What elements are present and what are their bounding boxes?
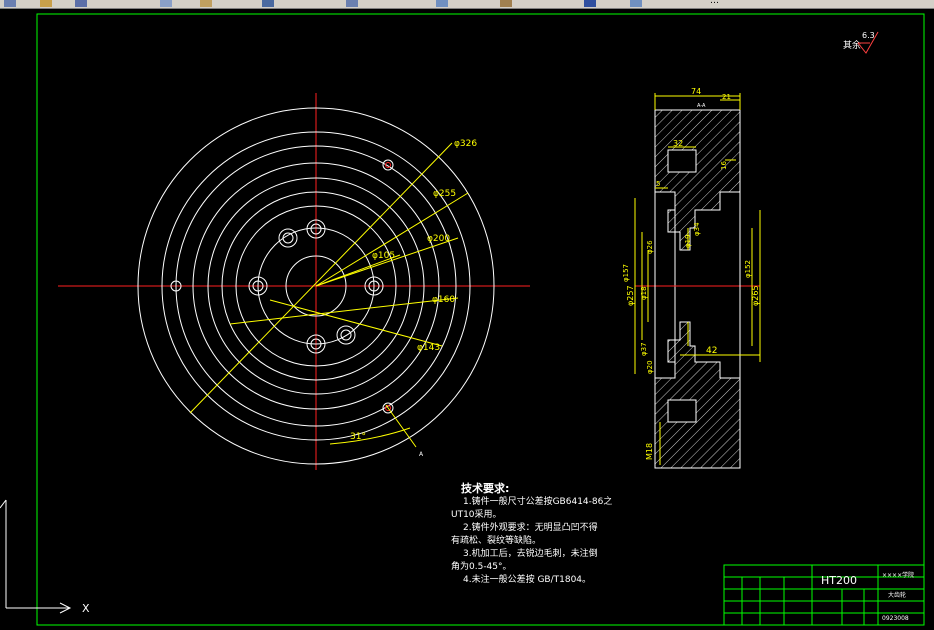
- dim-d255: φ255: [433, 189, 456, 199]
- dim-angle31: 31°: [350, 432, 366, 442]
- roughness-value: 6.3: [862, 31, 875, 40]
- title-school: ××××学院: [882, 571, 914, 579]
- tech-line1: 1.铸件一般尺寸公差按GB6414-86之: [463, 497, 613, 507]
- section-marker-a: A: [419, 451, 424, 458]
- section-label: A-A: [697, 103, 706, 109]
- dim-d143: φ143: [417, 343, 440, 353]
- tech-line2: 2.铸件外观要求：无明显凸凹不得: [463, 523, 598, 533]
- print-icon[interactable]: [160, 0, 172, 7]
- tech-line1b: UT10采用。: [451, 510, 502, 520]
- title-material: HT200: [821, 574, 857, 587]
- layer-icon[interactable]: [630, 0, 642, 7]
- dim-v18: φ18: [640, 286, 648, 300]
- tech-line2b: 有疏松、裂纹等缺陷。: [451, 536, 542, 546]
- open-icon[interactable]: [40, 0, 52, 7]
- properties-icon[interactable]: [500, 0, 512, 7]
- dim-w32: 32: [673, 139, 683, 148]
- dim-v265: φ265: [751, 285, 760, 306]
- tech-line3: 3.机加工后，去锐边毛刺，未注倒: [463, 549, 598, 559]
- dim-d105: φ105: [372, 251, 395, 261]
- ucs-x-label: X: [82, 602, 90, 615]
- dim-w21: 21: [722, 93, 731, 101]
- dim-w5: 5: [656, 180, 660, 188]
- dim-v20: φ20: [646, 360, 654, 374]
- dim-m18: M18: [645, 443, 654, 460]
- dim-d200: φ200: [427, 234, 450, 244]
- dim-v157: φ157: [622, 264, 630, 282]
- section-view: 74 21 32 5 42 16 φ257 φ157 φ26 φ18 φ34 φ…: [622, 87, 761, 469]
- help-icon[interactable]: [584, 0, 596, 7]
- undo-icon[interactable]: [262, 0, 274, 7]
- toolbar: …: [0, 0, 934, 9]
- zoom-icon[interactable]: [436, 0, 448, 7]
- section-lower: [654, 321, 741, 469]
- dim-d16: 16: [720, 161, 728, 170]
- cut-icon[interactable]: [200, 0, 212, 7]
- tech-line4: 4.未注一般公差按 GB/T1804。: [463, 575, 592, 585]
- dim-v34: φ34: [693, 222, 701, 236]
- ucs-icon: [0, 499, 72, 614]
- title-part: 大齿轮: [888, 591, 906, 599]
- dim-v37: φ37: [640, 342, 648, 356]
- title-code: 0923008: [882, 615, 909, 622]
- tech-line3b: 角为0.5-45°。: [451, 562, 512, 572]
- dim-d160: φ160: [432, 295, 455, 305]
- dim-w74: 74: [691, 87, 701, 96]
- dim-v257: φ257: [626, 285, 635, 306]
- layer-name[interactable]: …: [710, 0, 719, 6]
- save-icon[interactable]: [75, 0, 87, 7]
- dim-v19: φ19: [684, 234, 692, 248]
- pan-icon[interactable]: [346, 0, 358, 7]
- roughness-symbol: 其余 6.3: [843, 31, 879, 54]
- dim-v152: φ152: [744, 260, 752, 278]
- dim-v26: φ26: [646, 240, 654, 254]
- front-view: φ326 φ255 φ200 φ105 φ160 φ143 31° A: [58, 93, 530, 470]
- dim-d326: φ326: [454, 139, 477, 149]
- roughness-label: 其余: [843, 39, 861, 51]
- tech-title: 技术要求:: [461, 482, 510, 495]
- new-icon[interactable]: [4, 0, 16, 7]
- dim-w42: 42: [706, 346, 717, 356]
